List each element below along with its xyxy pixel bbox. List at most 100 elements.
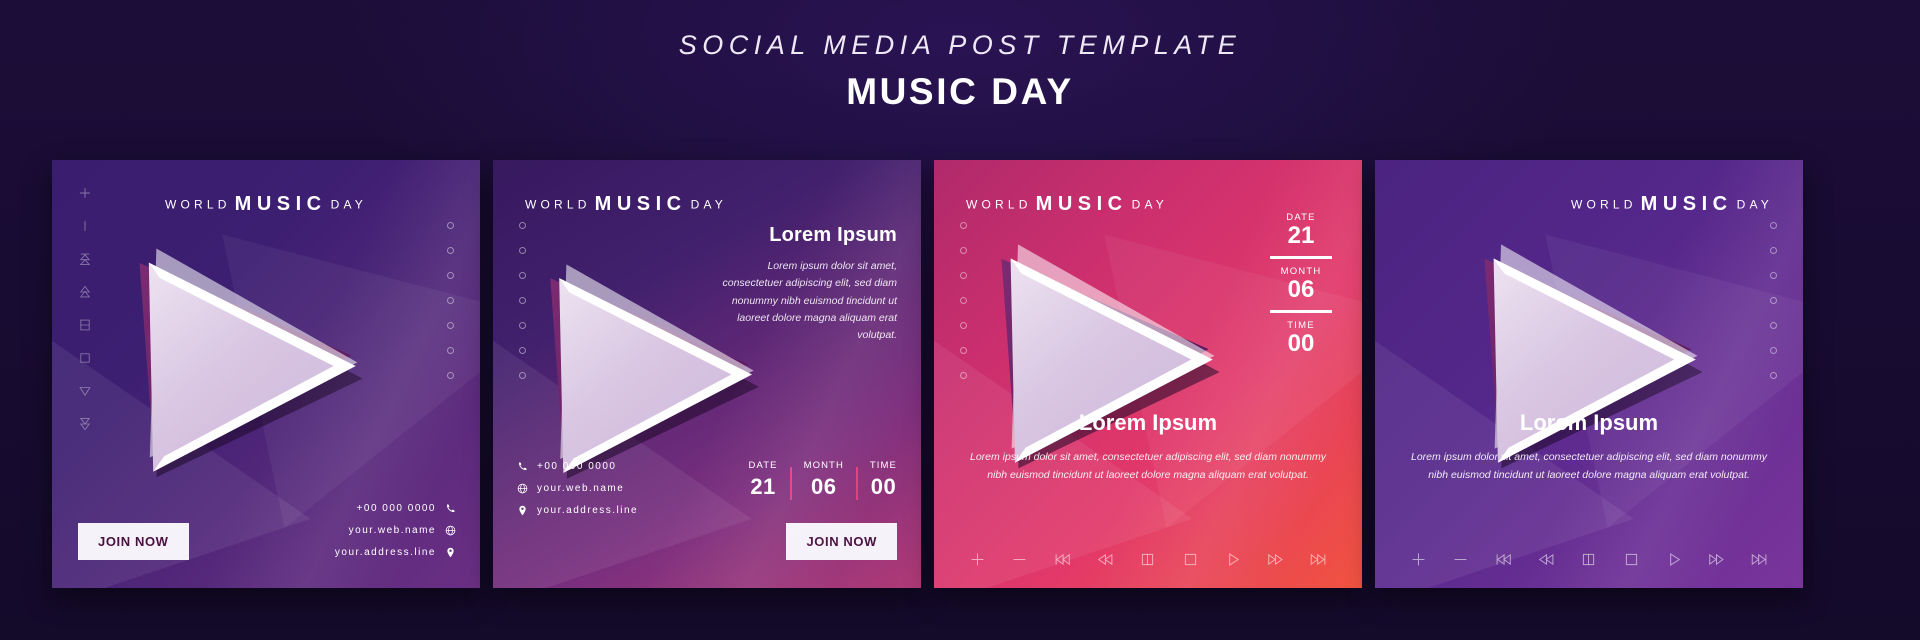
card4-heading: Lorem Ipsum xyxy=(1519,410,1659,435)
template-card-1[interactable]: WORLD MUSIC DAY +00 000 0000 your.web.na… xyxy=(52,160,480,588)
dot xyxy=(519,372,526,379)
brand-day: DAY xyxy=(1736,197,1773,212)
card1-contact-list: +00 000 0000 your.web.name your.address.… xyxy=(335,503,456,558)
fast-forward-icon[interactable] xyxy=(78,417,92,431)
brand-world: WORLD xyxy=(1570,197,1637,212)
dot xyxy=(1770,297,1777,304)
date-cell: DATE 21 xyxy=(749,460,790,500)
join-now-button[interactable]: JOIN NOW xyxy=(78,523,189,560)
minus-icon[interactable] xyxy=(78,219,92,233)
join-now-button[interactable]: JOIN NOW xyxy=(786,523,897,560)
contact-row-address[interactable]: your.address.line xyxy=(335,547,456,558)
rewind-icon[interactable] xyxy=(78,285,92,299)
play-icon[interactable] xyxy=(78,384,92,398)
plus-icon[interactable] xyxy=(969,551,986,568)
card1-dot-rail xyxy=(447,222,454,379)
play-icon[interactable] xyxy=(1225,551,1242,568)
skip-forward-icon[interactable] xyxy=(1751,551,1768,568)
globe-icon xyxy=(517,483,528,494)
dot xyxy=(960,297,967,304)
template-card-4[interactable]: WORLD MUSIC DAY Lorem Ipsum Lorem ipsum do… xyxy=(1375,160,1803,588)
date-cell: MONTH 06 xyxy=(792,460,856,500)
date-label: MONTH xyxy=(803,460,844,471)
card3-heading-wrap: Lorem Ipsum xyxy=(934,410,1362,436)
date-divider xyxy=(1270,256,1332,260)
phone-icon xyxy=(517,461,528,472)
card3-heading: Lorem Ipsum xyxy=(1078,410,1218,435)
card2-brand: WORLD MUSIC DAY xyxy=(493,193,921,216)
dot xyxy=(960,372,967,379)
plus-icon[interactable] xyxy=(1410,551,1427,568)
dot xyxy=(447,272,454,279)
contact-row-phone[interactable]: +00 000 0000 xyxy=(517,461,616,472)
card4-heading-wrap: Lorem Ipsum xyxy=(1375,410,1803,436)
card2-heading: Lorem Ipsum xyxy=(769,224,897,246)
minus-icon[interactable] xyxy=(1452,551,1469,568)
card4-paragraph-wrap: Lorem ipsum dolor sit amet, consectetuer… xyxy=(1375,448,1803,485)
date-value: 06 xyxy=(811,474,837,499)
contact-text: your.address.line xyxy=(334,547,436,558)
contact-row-web[interactable]: your.web.name xyxy=(349,525,456,536)
dot xyxy=(960,247,967,254)
dot xyxy=(447,347,454,354)
contact-row-address[interactable]: your.address.line xyxy=(517,505,638,516)
card3-paragraph-wrap: Lorem ipsum dolor sit amet, consectetuer… xyxy=(934,448,1362,485)
card4-media-rail xyxy=(1375,551,1803,568)
date-cell: TIME 00 xyxy=(858,460,897,500)
dot xyxy=(1770,247,1777,254)
dot xyxy=(519,322,526,329)
plus-icon[interactable] xyxy=(78,186,92,200)
dot xyxy=(519,347,526,354)
header-subtitle: SOCIAL MEDIA POST TEMPLATE xyxy=(678,30,1242,60)
dot xyxy=(960,222,967,229)
play-art-main xyxy=(148,262,356,472)
template-card-3[interactable]: WORLD MUSIC DAY DATE 21 MONTH 06 TIME 00… xyxy=(934,160,1362,588)
date-value: 21 xyxy=(750,474,776,499)
pause-icon[interactable] xyxy=(1139,551,1156,568)
brand-music: MUSIC xyxy=(594,193,687,215)
phone-icon xyxy=(445,503,456,514)
dot xyxy=(447,372,454,379)
skip-back-icon[interactable] xyxy=(1054,551,1071,568)
stop-icon[interactable] xyxy=(1182,551,1199,568)
date-label: TIME xyxy=(869,460,897,471)
minus-icon[interactable] xyxy=(1011,551,1028,568)
dot xyxy=(1770,372,1777,379)
stop-icon[interactable] xyxy=(1623,551,1640,568)
pause-icon[interactable] xyxy=(78,318,92,332)
card4-brand: WORLD MUSIC DAY xyxy=(1375,193,1803,216)
rewind-icon[interactable] xyxy=(1538,551,1555,568)
dot xyxy=(1770,272,1777,279)
template-card-2[interactable]: WORLD MUSIC DAY Lorem Ipsum Lorem ipsum do… xyxy=(493,160,921,588)
card2-dot-rail xyxy=(519,222,526,379)
contact-row-phone[interactable]: +00 000 0000 xyxy=(357,503,456,514)
dot xyxy=(447,247,454,254)
brand-music: MUSIC xyxy=(1640,193,1733,215)
stop-icon[interactable] xyxy=(78,351,92,365)
date-value: 06 xyxy=(1287,276,1315,304)
card2-date-row: DATE 21 MONTH 06 TIME 00 xyxy=(749,460,897,500)
rewind-icon[interactable] xyxy=(1097,551,1114,568)
pause-icon[interactable] xyxy=(1580,551,1597,568)
contact-row-web[interactable]: your.web.name xyxy=(517,483,624,494)
fast-forward-icon[interactable] xyxy=(1708,551,1725,568)
page-title: MUSIC DAY xyxy=(846,71,1074,112)
brand-world: WORLD xyxy=(966,197,1032,212)
dot xyxy=(519,272,526,279)
dot xyxy=(1770,222,1777,229)
card4-dot-rail xyxy=(1770,222,1777,379)
fast-forward-icon[interactable] xyxy=(1267,551,1284,568)
card3-dot-rail xyxy=(960,222,967,379)
page-header: SOCIAL MEDIA POST TEMPLATE MUSIC DAY xyxy=(0,30,1920,113)
date-value: 00 xyxy=(870,474,897,499)
skip-forward-icon[interactable] xyxy=(1310,551,1327,568)
skip-back-icon[interactable] xyxy=(1495,551,1512,568)
card4-paragraph: Lorem ipsum dolor sit amet, consectetuer… xyxy=(1411,451,1767,482)
play-icon[interactable] xyxy=(1666,551,1683,568)
brand-music: MUSIC xyxy=(234,193,327,215)
brand-world: WORLD xyxy=(525,197,591,212)
location-pin-icon xyxy=(517,505,528,516)
skip-back-icon[interactable] xyxy=(78,252,92,266)
dot xyxy=(960,347,967,354)
date-label: DATE xyxy=(748,460,778,471)
